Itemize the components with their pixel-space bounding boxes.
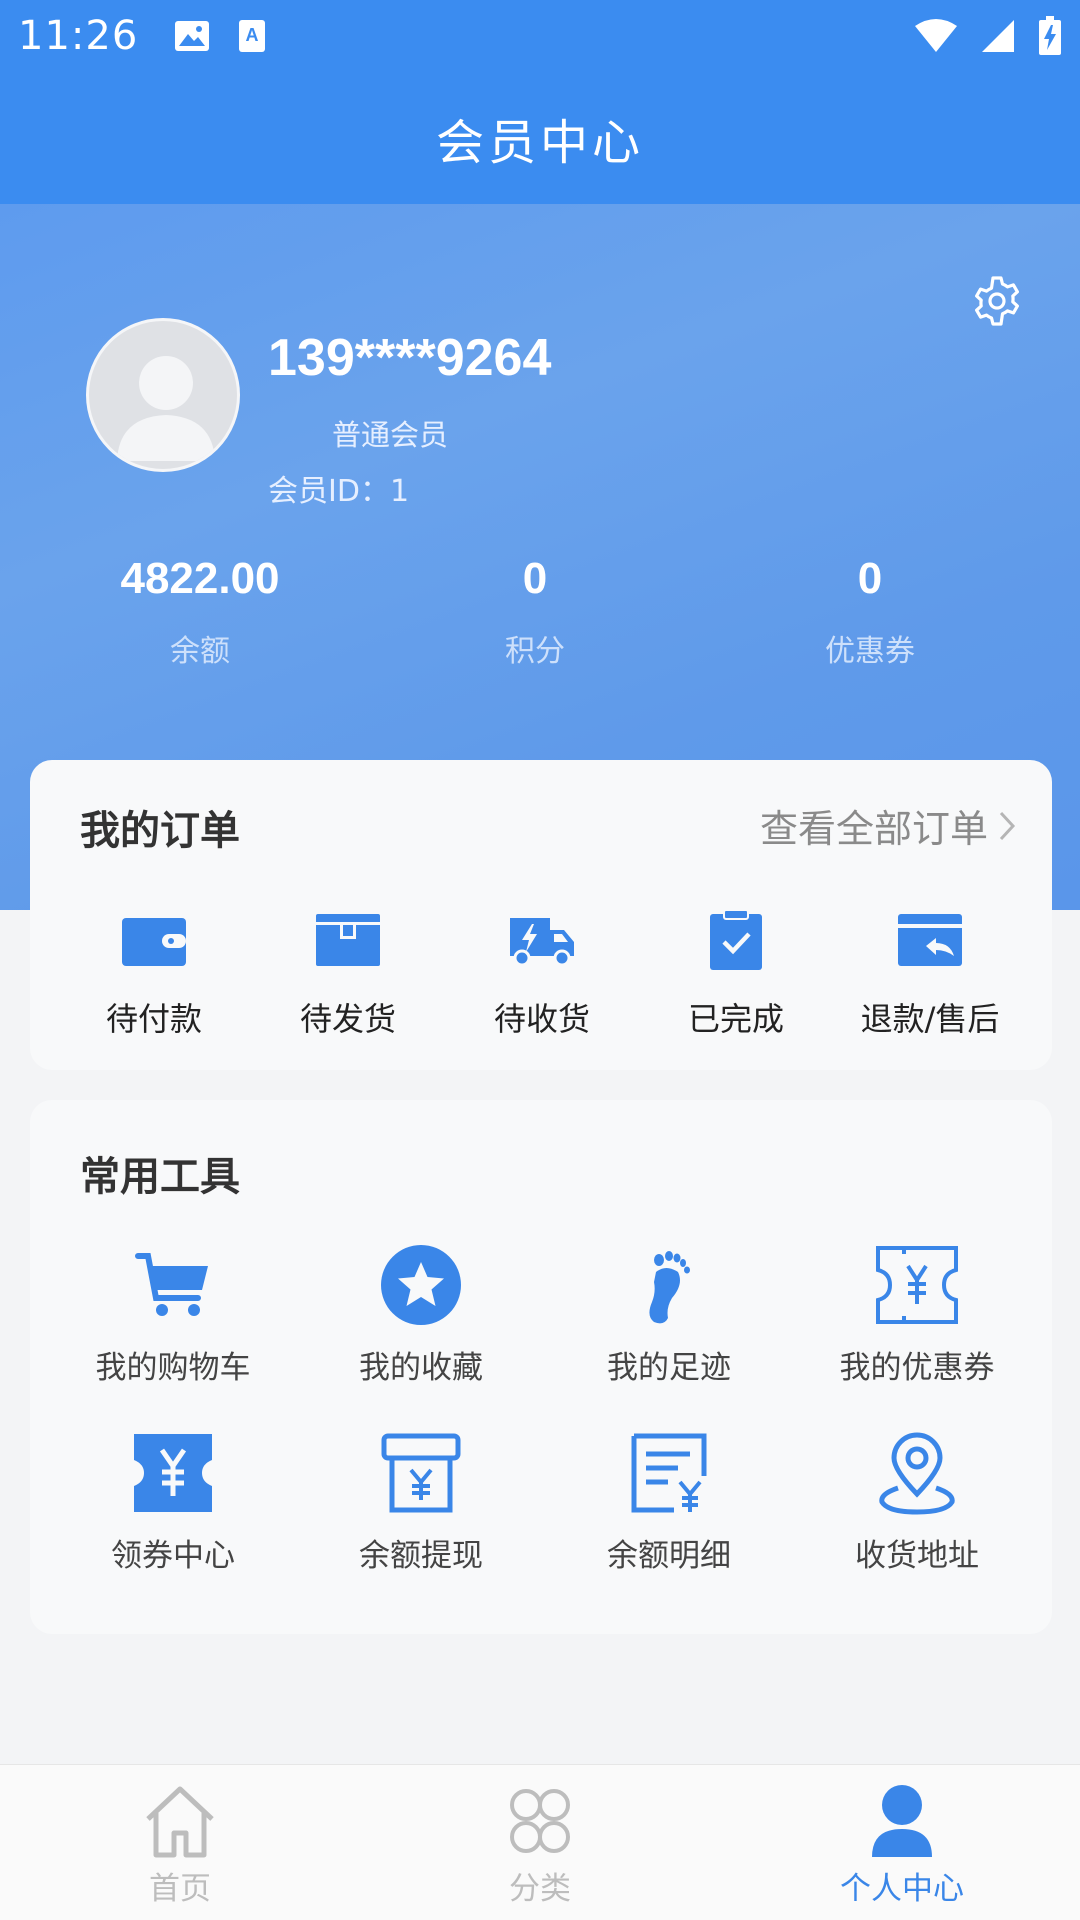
- home-icon: [146, 1786, 214, 1858]
- member-level: 普通会员: [332, 418, 449, 452]
- coupon-filled-icon: [134, 1434, 212, 1512]
- stat-value: 0: [857, 554, 883, 603]
- wifi-icon: [915, 19, 957, 52]
- order-pending-shipment[interactable]: 待发货: [248, 910, 448, 1040]
- tool-balance-withdraw[interactable]: 余额提现: [306, 1430, 536, 1575]
- nav-label: 分类: [509, 1871, 571, 1907]
- tool-coupon-center[interactable]: 领券中心: [58, 1430, 288, 1575]
- order-label: 待付款: [105, 1000, 202, 1038]
- refund-card-icon: [898, 914, 962, 966]
- tool-label: 余额明细: [607, 1538, 731, 1574]
- tool-my-coupons[interactable]: 我的优惠券: [802, 1242, 1032, 1387]
- tool-label: 我的收藏: [359, 1350, 483, 1386]
- settings-gear-icon[interactable]: [970, 274, 1024, 328]
- tool-footprint[interactable]: 我的足迹: [554, 1242, 784, 1387]
- tool-label: 我的优惠券: [839, 1350, 995, 1386]
- order-pending-payment[interactable]: 待付款: [54, 910, 254, 1040]
- clipboard-check-icon: [710, 910, 762, 970]
- tool-shopping-cart[interactable]: 我的购物车: [58, 1242, 288, 1387]
- bill-detail-icon: [631, 1433, 707, 1513]
- package-icon: [316, 914, 380, 966]
- member-center-screen: 11:26 A 会员中心 139****9264 普通会员 会员ID：1 482…: [0, 0, 1080, 1920]
- cell-signal-icon: [982, 20, 1014, 52]
- order-label: 已完成: [687, 1000, 784, 1038]
- view-all-label: 查看全部订单: [759, 807, 988, 851]
- tool-label: 我的购物车: [95, 1350, 251, 1386]
- tool-label: 余额提现: [359, 1538, 483, 1574]
- category-grid-icon: [510, 1789, 570, 1853]
- title-bar: 会员中心: [0, 72, 1080, 204]
- stat-coupons[interactable]: 0 优惠券: [730, 554, 1010, 670]
- my-orders-card: 我的订单 查看全部订单 待付款 待发货 待收货 已完成 退款/售后: [30, 760, 1052, 1070]
- coupon-outline-icon: [876, 1246, 958, 1324]
- stat-balance[interactable]: 4822.00 余额: [60, 554, 340, 670]
- order-refund-aftersale[interactable]: 退款/售后: [830, 910, 1030, 1040]
- orders-title: 我的订单: [80, 808, 240, 854]
- order-label: 待收货: [493, 1000, 590, 1038]
- svg-text:A: A: [246, 25, 259, 45]
- tools-title: 常用工具: [80, 1154, 240, 1200]
- nav-profile[interactable]: 个人中心: [802, 1783, 1002, 1908]
- status-notification-icons: A: [174, 19, 266, 53]
- wallet-icon: [122, 918, 186, 966]
- order-label: 退款/售后: [860, 1000, 1000, 1038]
- view-all-orders-link[interactable]: 查看全部订单: [760, 798, 1016, 853]
- status-time: 11:26: [18, 13, 139, 59]
- tool-label: 收货地址: [855, 1538, 979, 1574]
- chevron-right-icon: [999, 811, 1016, 840]
- nav-category[interactable]: 分类: [440, 1783, 640, 1908]
- common-tools-card: 常用工具 我的购物车 我的收藏 我的足迹 我的优惠券 领券中心 余额提现 余额明…: [30, 1100, 1052, 1634]
- default-avatar-icon: [117, 356, 215, 461]
- tool-label: 领券中心: [111, 1538, 235, 1574]
- location-pin-icon: [879, 1432, 955, 1515]
- atm-withdraw-icon: [381, 1433, 461, 1513]
- stat-points[interactable]: 0 积分: [395, 554, 675, 670]
- delivery-truck-icon: [510, 918, 574, 967]
- avatar[interactable]: [86, 318, 240, 472]
- stat-label: 优惠券: [825, 634, 915, 669]
- order-pending-receipt[interactable]: 待收货: [442, 910, 642, 1040]
- tool-shipping-address[interactable]: 收货地址: [802, 1430, 1032, 1575]
- status-bar: 11:26 A: [0, 0, 1080, 72]
- bottom-nav: 首页 分类 个人中心: [0, 1764, 1080, 1920]
- status-system-icons: [914, 16, 1062, 56]
- stat-label: 余额: [170, 634, 230, 669]
- nav-home[interactable]: 首页: [80, 1783, 280, 1908]
- order-label: 待发货: [299, 1000, 396, 1038]
- order-completed[interactable]: 已完成: [636, 910, 836, 1040]
- user-phone: 139****9264: [268, 329, 552, 387]
- stat-value: 4822.00: [120, 554, 280, 603]
- tool-favorites[interactable]: 我的收藏: [306, 1242, 536, 1387]
- member-id-value: 1: [389, 474, 410, 509]
- user-icon: [872, 1785, 932, 1857]
- text-notification-icon: A: [239, 20, 266, 52]
- battery-charging-icon: [1039, 16, 1061, 55]
- shopping-cart-icon: [135, 1253, 208, 1316]
- nav-label: 首页: [149, 1871, 211, 1907]
- tool-balance-detail[interactable]: 余额明细: [554, 1430, 784, 1575]
- member-id: 会员ID：1: [268, 466, 409, 510]
- nav-label: 个人中心: [840, 1871, 964, 1907]
- member-id-label: 会员ID：: [268, 474, 390, 509]
- page-title: 会员中心: [435, 115, 644, 171]
- star-icon: [381, 1245, 461, 1325]
- stat-label: 积分: [505, 634, 565, 669]
- stat-value: 0: [522, 554, 548, 603]
- tool-label: 我的足迹: [607, 1350, 731, 1386]
- footprint-icon: [649, 1251, 690, 1324]
- image-notification-icon: [175, 21, 210, 51]
